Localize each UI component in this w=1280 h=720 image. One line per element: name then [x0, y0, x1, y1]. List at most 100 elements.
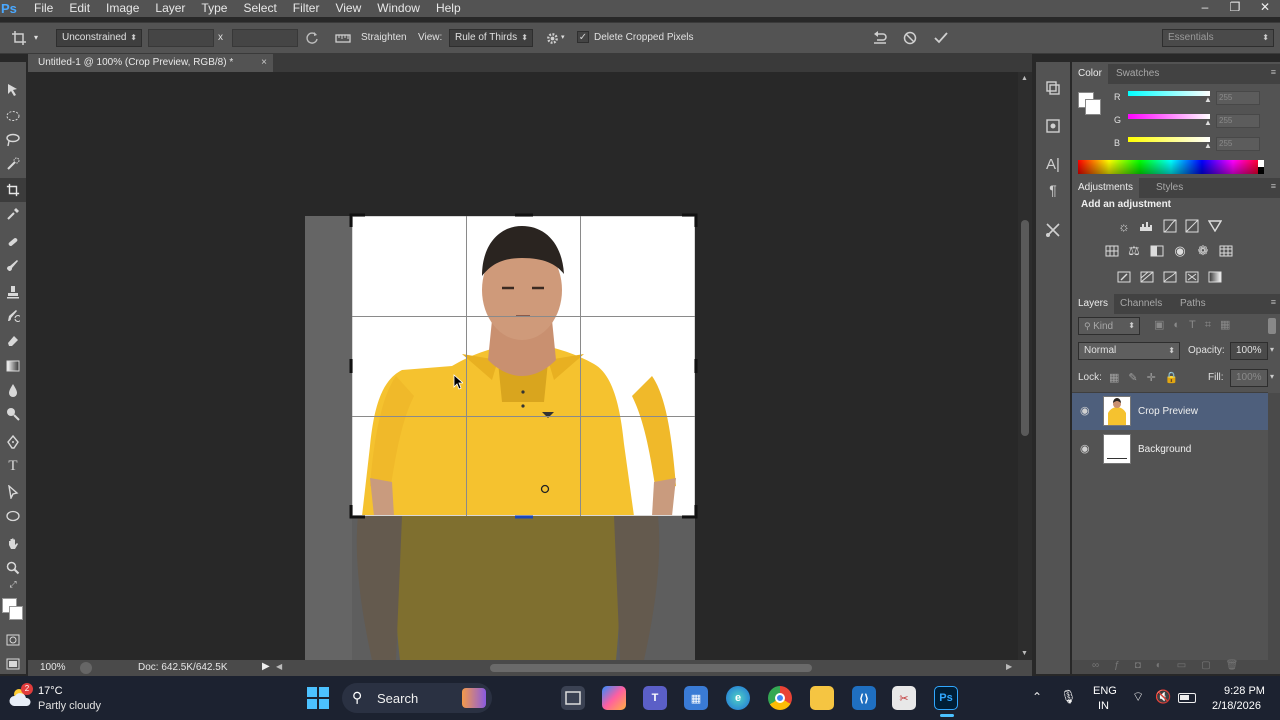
gear-icon[interactable] — [543, 29, 561, 47]
vibrance-icon[interactable] — [1206, 219, 1224, 233]
eraser-tool-icon[interactable] — [0, 328, 26, 352]
crop-tool-preset-icon[interactable] — [8, 29, 30, 47]
pen-tool-icon[interactable] — [0, 430, 26, 454]
blur-tool-icon[interactable] — [0, 378, 26, 402]
tab-channels[interactable]: Channels — [1114, 294, 1168, 314]
visibility-eye-icon[interactable]: ◉ — [1080, 431, 1090, 468]
blue-channel-value[interactable]: 255 — [1216, 137, 1260, 151]
opacity-dropdown-icon[interactable]: ▾ — [1270, 345, 1274, 354]
menu-type[interactable]: Type — [193, 0, 235, 17]
restore-button[interactable]: ❐ — [1220, 0, 1250, 17]
blend-mode-select[interactable]: Normal ⬍ — [1078, 342, 1180, 360]
eyedropper-tool-icon[interactable] — [0, 202, 26, 226]
spectrum-black-swatch[interactable] — [1258, 167, 1264, 174]
task-view-icon[interactable] — [561, 686, 585, 710]
language-line1[interactable]: ENG — [1093, 685, 1117, 697]
store-icon[interactable]: ▦ — [684, 686, 708, 710]
vertical-scroll-thumb[interactable] — [1021, 220, 1029, 436]
weather-desc[interactable]: Partly cloudy — [38, 700, 101, 712]
slider-thumb-icon[interactable]: ▲ — [1204, 141, 1212, 150]
photoshop-taskbar-icon[interactable]: Ps — [934, 686, 958, 710]
photo-filter-icon[interactable]: ◉ — [1171, 243, 1189, 258]
black-white-icon[interactable] — [1148, 244, 1166, 258]
move-tool-icon[interactable] — [0, 78, 26, 102]
panel-menu-icon[interactable]: ≡ — [1271, 67, 1276, 77]
fill-input[interactable]: 100% — [1230, 369, 1268, 387]
straighten-button[interactable]: Straighten — [361, 29, 407, 47]
crop-width-input[interactable] — [148, 29, 214, 47]
brightness-contrast-icon[interactable]: ☼ — [1115, 219, 1133, 234]
swap-colors-icon[interactable]: ⤢ — [0, 576, 26, 592]
tab-paths[interactable]: Paths — [1174, 294, 1212, 314]
menu-image[interactable]: Image — [98, 0, 147, 17]
battery-icon[interactable] — [1178, 693, 1196, 703]
spectrum-white-swatch[interactable] — [1258, 160, 1264, 167]
status-menu-arrow-icon[interactable]: ▶ — [262, 661, 270, 672]
dodge-tool-icon[interactable] — [0, 402, 26, 426]
windows-start-icon[interactable] — [307, 687, 329, 709]
slider-thumb-icon[interactable]: ▲ — [1204, 118, 1212, 127]
show-hidden-icons-icon[interactable]: ⌃ — [1032, 690, 1042, 704]
history-brush-tool-icon[interactable] — [0, 304, 26, 328]
minimize-button[interactable]: – — [1190, 0, 1220, 17]
speaker-muted-icon[interactable]: 🔇 — [1155, 689, 1171, 705]
paragraph-panel-icon[interactable]: ¶ — [1042, 180, 1064, 200]
layers-scrollbar[interactable] — [1268, 393, 1280, 663]
shape-tool-icon[interactable] — [0, 504, 26, 528]
teams-icon[interactable]: T — [643, 686, 667, 710]
lasso-tool-icon[interactable] — [0, 128, 26, 152]
color-balance-icon[interactable]: ⚖ — [1125, 243, 1143, 258]
character-panel-icon[interactable]: A| — [1042, 154, 1064, 174]
crop-handles[interactable] — [349, 213, 698, 519]
straighten-icon[interactable] — [334, 30, 352, 46]
quick-mask-icon[interactable] — [0, 628, 26, 652]
menu-layer[interactable]: Layer — [147, 0, 193, 17]
filter-toggle-icon[interactable] — [1268, 318, 1276, 334]
curves-icon[interactable] — [1161, 219, 1179, 233]
workspace-select[interactable]: Essentials ⬍ — [1162, 29, 1274, 47]
weather-temp[interactable]: 17°C — [38, 685, 63, 697]
cancel-crop-icon[interactable] — [900, 29, 920, 47]
clone-stamp-tool-icon[interactable] — [0, 280, 26, 304]
scroll-up-icon[interactable]: ▲ — [1021, 75, 1028, 82]
commit-crop-icon[interactable] — [931, 29, 951, 47]
layer-filter-icons[interactable]: ▣◐T⌗▦ — [1154, 318, 1239, 332]
menu-file[interactable]: File — [26, 0, 61, 17]
menu-edit[interactable]: Edit — [61, 0, 98, 17]
color-lookup-icon[interactable] — [1217, 244, 1235, 258]
lock-icons[interactable]: ▦✎✛🔒 — [1109, 371, 1188, 384]
aspect-ratio-select[interactable]: Unconstrained ⬍ — [56, 29, 142, 47]
zoom-level[interactable]: 100% — [40, 662, 66, 673]
crop-tool-icon[interactable] — [0, 178, 26, 202]
panel-menu-icon[interactable]: ≡ — [1271, 297, 1276, 307]
quick-selection-tool-icon[interactable] — [0, 152, 26, 176]
tab-adjustments[interactable]: Adjustments — [1072, 178, 1140, 198]
canvas-area[interactable] — [28, 72, 1018, 660]
clock-time[interactable]: 9:28 PM — [1224, 685, 1265, 697]
type-tool-icon[interactable]: T — [0, 454, 26, 478]
gradient-map-icon[interactable] — [1206, 270, 1224, 284]
history-panel-icon[interactable] — [1042, 78, 1064, 98]
selective-color-icon[interactable] — [1183, 270, 1201, 284]
properties-panel-icon[interactable] — [1042, 116, 1064, 136]
marquee-tool-icon[interactable] — [0, 104, 26, 128]
green-channel-slider[interactable] — [1128, 114, 1210, 119]
file-explorer-icon[interactable] — [810, 686, 834, 710]
horizontal-scroll-thumb[interactable] — [490, 664, 812, 672]
preset-dropdown-icon[interactable]: ▾ — [34, 29, 38, 47]
layer-row-background[interactable]: ◉ Background — [1072, 431, 1268, 468]
chrome-browser-icon[interactable] — [768, 686, 792, 710]
layer-row-crop-preview[interactable]: ◉ Crop Preview — [1072, 393, 1268, 430]
language-line2[interactable]: IN — [1098, 700, 1109, 712]
opacity-input[interactable]: 100% — [1230, 342, 1268, 360]
clock-date[interactable]: 2/18/2026 — [1212, 700, 1261, 712]
layer-action-icons[interactable]: ∞ƒ◘◐▭▢🗑 — [1092, 660, 1253, 671]
wifi-icon[interactable]: ⌔ — [1132, 689, 1144, 705]
tab-swatches[interactable]: Swatches — [1110, 64, 1165, 84]
exposure-icon[interactable] — [1183, 219, 1201, 233]
slider-thumb-icon[interactable]: ▲ — [1204, 95, 1212, 104]
delete-cropped-checkbox[interactable]: ✓ — [577, 31, 589, 43]
tab-styles[interactable]: Styles — [1150, 178, 1189, 198]
gradient-tool-icon[interactable] — [0, 354, 26, 378]
panel-menu-icon[interactable]: ≡ — [1271, 181, 1276, 191]
